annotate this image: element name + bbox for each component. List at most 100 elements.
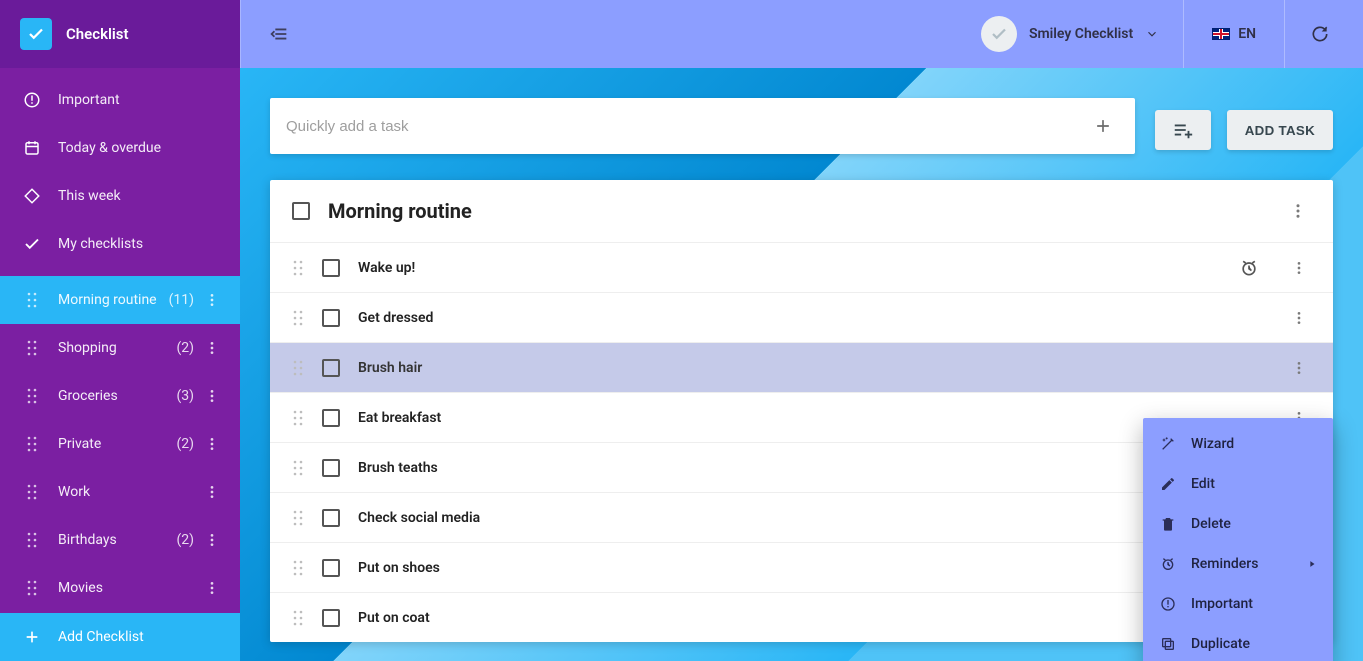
task-checkbox[interactable] <box>322 409 340 427</box>
drag-handle-icon[interactable] <box>20 483 44 501</box>
quick-add-input[interactable] <box>286 118 1087 135</box>
sidebar-item-count: (2) <box>176 532 194 548</box>
context-menu-label: Duplicate <box>1191 636 1250 652</box>
content-area: ADD TASK Morning routine Wake up! Get dre… <box>240 68 1363 661</box>
task-label: Brush hair <box>358 360 1263 376</box>
task-checkbox[interactable] <box>322 309 340 327</box>
drag-handle-icon[interactable] <box>292 309 304 327</box>
sidebar-item-count: (11) <box>169 292 194 308</box>
drag-handle-icon[interactable] <box>20 579 44 597</box>
drag-handle-icon[interactable] <box>292 509 304 527</box>
task-row[interactable]: Wake up! <box>270 242 1333 292</box>
playlist-add-icon <box>1172 119 1194 141</box>
select-all-checkbox[interactable] <box>292 202 310 220</box>
context-menu-item[interactable]: Edit <box>1143 464 1333 504</box>
drag-handle-icon[interactable] <box>292 459 304 477</box>
add-task-button[interactable]: ADD TASK <box>1227 110 1333 150</box>
sidebar-item-menu-button[interactable] <box>204 580 220 596</box>
trash-icon <box>1159 516 1177 532</box>
check-icon <box>990 25 1008 43</box>
nav-lists-section: Morning routine(11)Shopping(2)Groceries(… <box>0 268 240 612</box>
list-menu-button[interactable] <box>1285 198 1311 224</box>
avatar <box>981 16 1017 52</box>
add-checklist-button[interactable]: Add Checklist <box>0 613 240 661</box>
sidebar-list-item[interactable]: Movies <box>0 564 240 612</box>
sidebar-item-label: Movies <box>58 580 194 596</box>
list-title: Morning routine <box>328 199 1267 223</box>
task-menu-button[interactable] <box>1287 306 1311 330</box>
drag-handle-icon[interactable] <box>20 291 44 309</box>
task-label: Check social media <box>358 510 1263 526</box>
drag-handle-icon[interactable] <box>20 339 44 357</box>
refresh-button[interactable] <box>1295 24 1345 44</box>
collapse-sidebar-button[interactable] <box>259 14 299 54</box>
task-checkbox[interactable] <box>322 359 340 377</box>
drag-handle-icon[interactable] <box>292 559 304 577</box>
context-menu-label: Reminders <box>1191 556 1258 572</box>
task-alarm-button[interactable] <box>1235 254 1263 282</box>
sidebar-list-item[interactable]: Groceries(3) <box>0 372 240 420</box>
plus-icon <box>1093 116 1113 136</box>
task-label: Put on coat <box>358 610 1263 626</box>
account-switcher[interactable]: Smiley Checklist <box>967 16 1173 52</box>
quick-add-row: ADD TASK <box>270 98 1333 154</box>
important-icon <box>1159 596 1177 612</box>
sidebar-list-item[interactable]: Morning routine(11) <box>0 276 240 324</box>
add-from-template-button[interactable] <box>1155 110 1211 150</box>
drag-handle-icon[interactable] <box>292 609 304 627</box>
more-vert-icon <box>1289 202 1307 220</box>
sidebar-list-item[interactable]: Shopping(2) <box>0 324 240 372</box>
flag-uk-icon <box>1212 28 1230 40</box>
main: Smiley Checklist EN <box>240 0 1363 661</box>
sidebar-item-this-week[interactable]: This week <box>0 172 240 220</box>
quick-add-plus-button[interactable] <box>1087 110 1119 142</box>
topbar: Smiley Checklist EN <box>240 0 1363 68</box>
context-menu-item[interactable]: Important <box>1143 584 1333 624</box>
check-icon <box>27 25 45 43</box>
task-row[interactable]: Get dressed <box>270 292 1333 342</box>
sidebar-item-menu-button[interactable] <box>204 388 220 404</box>
language-code: EN <box>1238 26 1256 42</box>
brand-logo <box>20 18 52 50</box>
task-menu-button[interactable] <box>1287 356 1311 380</box>
sidebar-item-menu-button[interactable] <box>204 340 220 356</box>
context-menu-item[interactable]: Reminders <box>1143 544 1333 584</box>
task-row[interactable]: Brush hair <box>270 342 1333 392</box>
drag-handle-icon[interactable] <box>292 409 304 427</box>
context-menu-item[interactable]: Duplicate <box>1143 624 1333 661</box>
sidebar-item-label: Work <box>58 484 194 500</box>
sidebar-item-count: (2) <box>176 436 194 452</box>
task-menu-button[interactable] <box>1287 256 1311 280</box>
diamond-icon <box>20 187 44 205</box>
sidebar-item-today[interactable]: Today & overdue <box>0 124 240 172</box>
brand: Checklist <box>0 0 240 68</box>
sidebar-item-menu-button[interactable] <box>204 532 220 548</box>
important-icon <box>20 91 44 109</box>
task-checkbox[interactable] <box>322 459 340 477</box>
sidebar-item-important[interactable]: Important <box>0 76 240 124</box>
drag-handle-icon[interactable] <box>20 531 44 549</box>
wand-icon <box>1159 436 1177 452</box>
sidebar-item-menu-button[interactable] <box>204 436 220 452</box>
sidebar-item-menu-button[interactable] <box>204 292 220 308</box>
sidebar-list-item[interactable]: Birthdays(2) <box>0 516 240 564</box>
sidebar-item-label: Today & overdue <box>58 140 220 156</box>
task-label: Get dressed <box>358 310 1263 326</box>
context-menu-item[interactable]: Delete <box>1143 504 1333 544</box>
context-menu-label: Important <box>1191 596 1253 612</box>
sidebar-item-menu-button[interactable] <box>204 484 220 500</box>
drag-handle-icon[interactable] <box>292 359 304 377</box>
sidebar-list-item[interactable]: Work <box>0 468 240 516</box>
sidebar-list-item[interactable]: Private(2) <box>0 420 240 468</box>
task-label: Brush teaths <box>358 460 1263 476</box>
task-checkbox[interactable] <box>322 609 340 627</box>
task-checkbox[interactable] <box>322 259 340 277</box>
drag-handle-icon[interactable] <box>292 259 304 277</box>
task-checkbox[interactable] <box>322 509 340 527</box>
drag-handle-icon[interactable] <box>20 387 44 405</box>
context-menu-item[interactable]: Wizard <box>1143 424 1333 464</box>
language-switcher[interactable]: EN <box>1194 26 1274 42</box>
task-checkbox[interactable] <box>322 559 340 577</box>
sidebar-item-my-checklists[interactable]: My checklists <box>0 220 240 268</box>
drag-handle-icon[interactable] <box>20 435 44 453</box>
